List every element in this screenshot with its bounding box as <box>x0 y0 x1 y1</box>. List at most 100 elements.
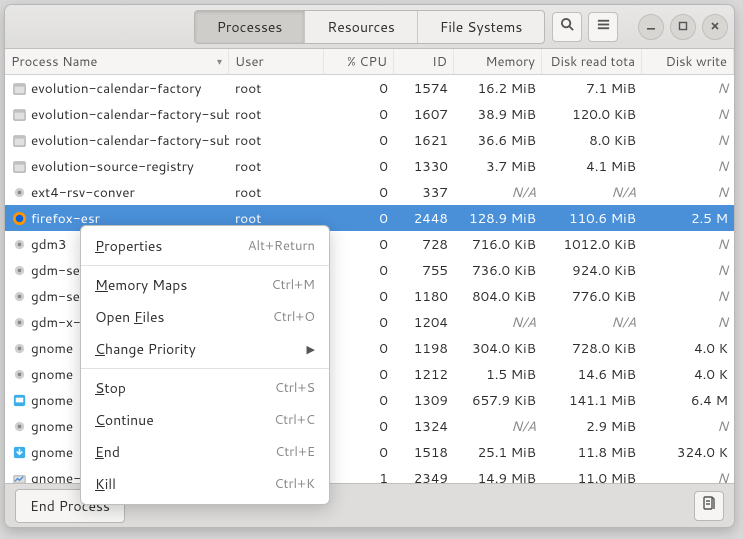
tab-resources[interactable]: Resources <box>305 11 417 43</box>
table-row[interactable]: evolution-calendar-factoryroot0157416.2 … <box>5 75 734 101</box>
menu-item[interactable]: Change Priority▶ <box>81 333 329 365</box>
process-memory: 14.9 MiB <box>454 469 542 484</box>
menu-item-label: Open Files <box>95 307 164 327</box>
process-disk-write: 2.5 M <box>642 209 734 228</box>
process-disk-read: N/A <box>542 313 642 332</box>
properties-button[interactable] <box>694 491 724 521</box>
process-id: 755 <box>394 261 454 280</box>
process-name: gdm-x- <box>31 313 81 332</box>
process-id: 1518 <box>394 443 454 462</box>
process-cpu: 0 <box>324 209 394 228</box>
column-headers: Process Name▾ User % CPU ID Memory Disk … <box>5 49 734 75</box>
col-header-memory[interactable]: Memory <box>454 49 542 74</box>
process-icon <box>11 262 27 278</box>
process-icon <box>11 418 27 434</box>
process-disk-read: 11.0 MiB <box>542 469 642 484</box>
process-cpu: 0 <box>324 79 394 98</box>
table-row[interactable]: evolution-calendar-factory-subproot01607… <box>5 101 734 127</box>
col-header-cpu[interactable]: % CPU <box>324 49 394 74</box>
process-disk-write: N <box>642 183 734 202</box>
process-memory: 657.9 KiB <box>454 391 542 410</box>
process-id: 1309 <box>394 391 454 410</box>
minimize-button[interactable] <box>638 14 664 40</box>
process-id: 1204 <box>394 313 454 332</box>
process-name: evolution-source-registry <box>31 157 194 176</box>
process-icon <box>11 106 27 122</box>
menu-shortcut: Ctrl+O <box>273 308 315 326</box>
process-user: root <box>229 105 324 124</box>
menu-item[interactable]: Open Files Ctrl+O <box>81 301 329 333</box>
process-cpu: 0 <box>324 339 394 358</box>
menu-item[interactable]: StopCtrl+S <box>81 372 329 404</box>
process-id: 1198 <box>394 339 454 358</box>
menu-button[interactable] <box>588 12 618 42</box>
menu-item[interactable]: EndCtrl+E <box>81 436 329 468</box>
process-icon <box>11 444 27 460</box>
process-disk-read: 2.9 MiB <box>542 417 642 436</box>
process-disk-read: 728.0 KiB <box>542 339 642 358</box>
menu-item-label: Stop <box>95 378 126 398</box>
col-header-disk-write[interactable]: Disk write <box>642 49 734 74</box>
process-disk-write: N <box>642 417 734 436</box>
process-name: gnome <box>31 365 73 384</box>
process-cpu: 0 <box>324 417 394 436</box>
table-row[interactable]: ext4-rsv-converroot0337N/AN/AN <box>5 179 734 205</box>
submenu-arrow-icon: ▶ <box>307 341 315 357</box>
process-cpu: 0 <box>324 287 394 306</box>
process-name: gdm3 <box>31 235 67 254</box>
process-name: gnome <box>31 443 73 462</box>
process-memory: 38.9 MiB <box>454 105 542 124</box>
close-icon <box>710 19 720 35</box>
process-disk-write: N <box>642 287 734 306</box>
process-name: gnome <box>31 391 73 410</box>
table-row[interactable]: evolution-calendar-factory-subproot01621… <box>5 127 734 153</box>
search-button[interactable] <box>552 12 582 42</box>
process-cpu: 0 <box>324 261 394 280</box>
process-cpu: 0 <box>324 105 394 124</box>
process-user: root <box>229 157 324 176</box>
col-header-disk-read[interactable]: Disk read tota <box>542 49 642 74</box>
process-cpu: 0 <box>324 365 394 384</box>
menu-item[interactable]: ContinueCtrl+C <box>81 404 329 436</box>
process-id: 1324 <box>394 417 454 436</box>
menu-item[interactable]: KillCtrl+K <box>81 468 329 500</box>
headerbar: Processes Resources File Systems <box>5 5 734 49</box>
process-memory: N/A <box>454 183 542 202</box>
process-disk-read: 110.6 MiB <box>542 209 642 228</box>
menu-item-label: Continue <box>95 410 154 430</box>
maximize-button[interactable] <box>670 14 696 40</box>
process-user: root <box>229 131 324 150</box>
process-name: evolution-calendar-factory <box>31 79 201 98</box>
process-cpu: 1 <box>324 469 394 484</box>
menu-separator <box>81 368 329 369</box>
process-user: root <box>229 79 324 98</box>
col-header-user[interactable]: User <box>229 49 324 74</box>
process-icon <box>11 314 27 330</box>
process-id: 1607 <box>394 105 454 124</box>
menu-item[interactable]: Memory MapsCtrl+M <box>81 269 329 301</box>
process-disk-write: 4.0 K <box>642 365 734 384</box>
tab-processes[interactable]: Processes <box>195 11 306 43</box>
process-disk-write: N <box>642 261 734 280</box>
process-user: root <box>229 183 324 202</box>
col-header-id[interactable]: ID <box>394 49 454 74</box>
view-switcher: Processes Resources File Systems <box>194 10 546 44</box>
process-disk-write: N <box>642 235 734 254</box>
process-id: 2349 <box>394 469 454 484</box>
process-name: ext4-rsv-conver <box>31 183 135 202</box>
tab-filesystems[interactable]: File Systems <box>418 11 544 43</box>
process-memory: 736.0 KiB <box>454 261 542 280</box>
process-memory: 16.2 MiB <box>454 79 542 98</box>
col-header-name[interactable]: Process Name▾ <box>5 49 229 74</box>
menu-shortcut: Alt+Return <box>248 237 315 255</box>
process-id: 337 <box>394 183 454 202</box>
table-row[interactable]: evolution-source-registryroot013303.7 Mi… <box>5 153 734 179</box>
close-button[interactable] <box>702 14 728 40</box>
process-memory: 36.6 MiB <box>454 131 542 150</box>
process-disk-read: 776.0 KiB <box>542 287 642 306</box>
process-icon <box>11 132 27 148</box>
process-cpu: 0 <box>324 391 394 410</box>
menu-item[interactable]: PropertiesAlt+Return <box>81 230 329 262</box>
process-memory: 804.0 KiB <box>454 287 542 306</box>
process-memory: 1.5 MiB <box>454 365 542 384</box>
